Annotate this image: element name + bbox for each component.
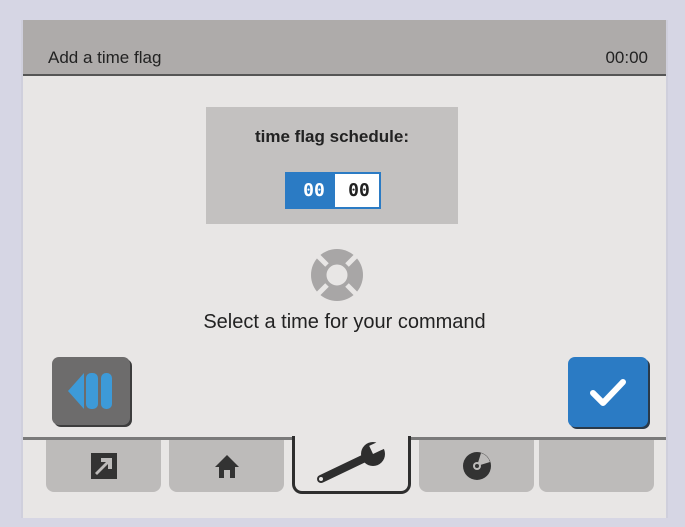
disc-icon bbox=[462, 452, 491, 480]
instruction-text: Select a time for your command bbox=[203, 311, 486, 333]
back-button[interactable] bbox=[52, 357, 130, 425]
tab-export[interactable] bbox=[46, 440, 161, 492]
time-separator: : bbox=[328, 182, 339, 202]
tab-media[interactable] bbox=[419, 440, 534, 492]
minutes-field[interactable]: 00 bbox=[335, 174, 379, 207]
back-icon bbox=[68, 373, 112, 409]
wrench-icon bbox=[316, 440, 386, 483]
device-screen: Add a time flag 00:00 time flag schedule… bbox=[21, 20, 668, 518]
checkmark-icon bbox=[590, 379, 626, 406]
tab-settings[interactable] bbox=[292, 436, 411, 494]
tab-empty[interactable] bbox=[539, 440, 654, 492]
tab-home[interactable] bbox=[169, 440, 284, 492]
schedule-panel: time flag schedule: 00 : 00 bbox=[206, 107, 458, 224]
schedule-label: time flag schedule: bbox=[255, 127, 409, 146]
time-input[interactable]: 00 : 00 bbox=[285, 172, 381, 209]
arrow-out-icon bbox=[90, 453, 117, 479]
lifebuoy-icon[interactable] bbox=[307, 245, 367, 305]
page-title: Add a time flag bbox=[48, 48, 162, 67]
home-icon bbox=[214, 455, 239, 478]
confirm-button[interactable] bbox=[568, 357, 648, 427]
clock: 00:00 bbox=[605, 48, 648, 67]
title-bar: Add a time flag 00:00 bbox=[23, 20, 666, 76]
